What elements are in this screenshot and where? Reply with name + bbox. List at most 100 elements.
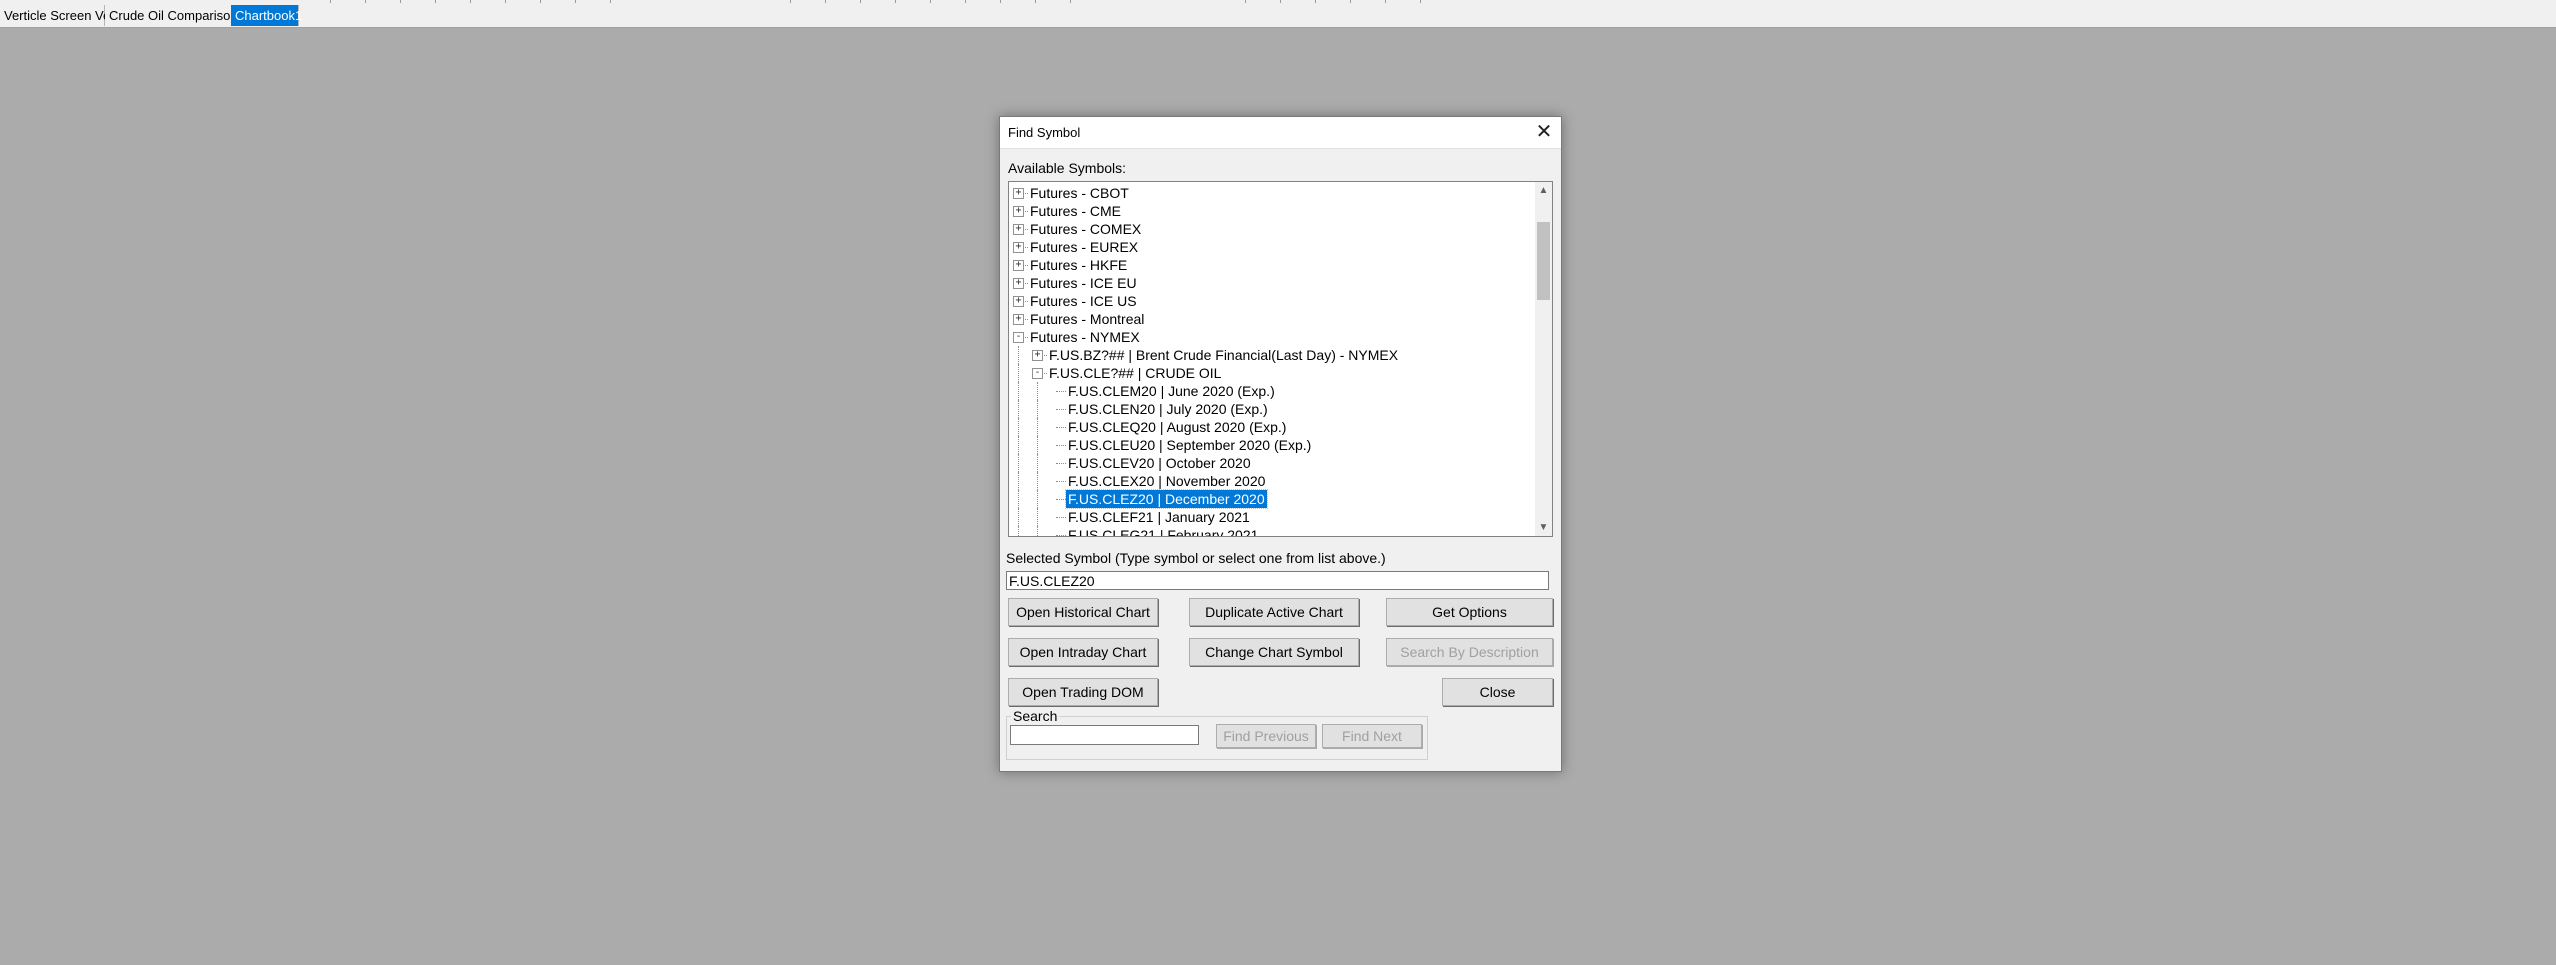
expand-icon[interactable]: + (1013, 260, 1024, 271)
tree-node-item[interactable]: - Futures - NYMEX (1009, 328, 1534, 346)
duplicate-active-chart-button[interactable]: Duplicate Active Chart (1189, 598, 1359, 626)
tree-leaf-item[interactable]: F.US.CLEQ20 | August 2020 (Exp.) (1009, 418, 1534, 436)
expand-icon[interactable]: + (1013, 242, 1024, 253)
close-button[interactable]: Close (1442, 678, 1553, 706)
tree-leaf-item[interactable]: F.US.CLEM20 | June 2020 (Exp.) (1009, 382, 1534, 400)
expand-icon[interactable]: + (1013, 296, 1024, 307)
toolbar-button[interactable] (335, 0, 366, 3)
tree-guide-line (1056, 463, 1066, 464)
tree-node-item[interactable]: + Futures - EUREX (1009, 238, 1534, 256)
toolbar-button[interactable] (1320, 0, 1351, 3)
toolbar-button[interactable] (440, 0, 471, 3)
tree-node-item[interactable]: + Futures - HKFE (1009, 256, 1534, 274)
tree-guide-line (1056, 445, 1066, 446)
tree-leaf-item[interactable]: F.US.CLEF21 | January 2021 (1009, 508, 1534, 526)
toolbar-button[interactable] (865, 0, 896, 3)
tree-leaf-item[interactable]: F.US.CLEG21 | February 2021 (1009, 526, 1534, 536)
toolbar-button[interactable] (580, 0, 611, 3)
close-icon[interactable]: ✕ (1527, 117, 1561, 148)
tree-guide-line (1018, 436, 1019, 454)
open-trading-dom-button[interactable]: Open Trading DOM (1008, 678, 1158, 706)
toolbar-button[interactable] (970, 0, 1001, 3)
toolbar-button[interactable] (370, 0, 401, 3)
symbol-tree[interactable]: + Futures - CBOT + Futures - CME + Futures - … (1008, 181, 1553, 537)
tree-leaf-item[interactable]: F.US.CLEU20 | September 2020 (Exp.) (1009, 436, 1534, 454)
toolbar-button[interactable] (300, 0, 331, 3)
toolbar-button[interactable] (1040, 0, 1071, 3)
available-symbols-label: Available Symbols: (1008, 160, 1127, 176)
expand-icon[interactable]: + (1013, 188, 1024, 199)
expand-icon[interactable]: + (1013, 278, 1024, 289)
tree-leaf-item[interactable]: F.US.CLEV20 | October 2020 (1009, 454, 1534, 472)
tree-guide-line (1037, 382, 1038, 400)
tree-guide-line (1018, 364, 1019, 382)
collapse-icon[interactable]: - (1013, 332, 1024, 343)
tree-node-item[interactable]: + Futures - CME (1009, 202, 1534, 220)
toolbar-button[interactable] (1285, 0, 1316, 3)
tree-node-item[interactable]: - F.US.CLE?## | CRUDE OIL (1009, 364, 1534, 382)
toolbar-button[interactable] (900, 0, 931, 3)
tree-guide-line (1018, 346, 1019, 364)
tree-guide-line (1018, 490, 1019, 508)
toolbar-button[interactable] (760, 0, 791, 3)
tree-node-item[interactable]: + Futures - CBOT (1009, 184, 1534, 202)
tree-scrollbar[interactable]: ▲ ▼ (1535, 182, 1552, 536)
toolbar-button[interactable] (1355, 0, 1386, 3)
find-previous-button[interactable]: Find Previous (1216, 724, 1316, 748)
selected-symbol-input[interactable]: F.US.CLEZ20 (1006, 571, 1549, 590)
search-input[interactable] (1010, 725, 1199, 745)
tree-leaf-item[interactable]: F.US.CLEN20 | July 2020 (Exp.) (1009, 400, 1534, 418)
toolbar-button[interactable] (1390, 0, 1421, 3)
open-intraday-chart-button[interactable]: Open Intraday Chart (1008, 638, 1158, 666)
dialog-title-bar: Find Symbol ✕ (1000, 117, 1561, 149)
scroll-up-icon[interactable]: ▲ (1535, 182, 1552, 199)
toolbar-button[interactable] (935, 0, 966, 3)
tree-node-item[interactable]: + Futures - Montreal (1009, 310, 1534, 328)
expand-icon[interactable]: + (1032, 350, 1043, 361)
tree-node-item[interactable]: + F.US.BZ?## | Brent Crude Financial(Last… (1009, 346, 1534, 364)
expand-icon[interactable]: + (1013, 206, 1024, 217)
tree-guide-line (1018, 418, 1019, 436)
toolbar-button[interactable] (1215, 0, 1246, 3)
tree-item-label: F.US.CLEZ20 | December 2020 (1065, 489, 1268, 509)
tree-item-label: Futures - HKFE (1030, 257, 1128, 273)
tab-crude-oil-comparison[interactable]: Crude Oil Comparison (105, 5, 238, 26)
tree-leaf-item[interactable]: F.US.CLEX20 | November 2020 (1009, 472, 1534, 490)
scrollbar-thumb[interactable] (1537, 222, 1550, 300)
tree-item-label: F.US.CLEM20 | June 2020 (Exp.) (1068, 383, 1275, 399)
tree-guide-line (1018, 526, 1019, 536)
tree-guide-line (1037, 526, 1038, 536)
toolbar-button[interactable] (830, 0, 861, 3)
expand-icon[interactable]: + (1013, 224, 1024, 235)
tree-node-item[interactable]: + Futures - ICE EU (1009, 274, 1534, 292)
scroll-down-icon[interactable]: ▼ (1535, 519, 1552, 536)
tree-item-label: F.US.CLEX20 | November 2020 (1068, 473, 1266, 489)
toolbar-button[interactable] (405, 0, 436, 3)
toolbar-button[interactable] (1005, 0, 1036, 3)
search-by-description-button[interactable]: Search By Description (1386, 638, 1553, 666)
tree-node-item[interactable]: + Futures - ICE US (1009, 292, 1534, 310)
toolbar-button[interactable] (795, 0, 826, 3)
toolbar-button[interactable] (475, 0, 506, 3)
find-next-button[interactable]: Find Next (1322, 724, 1422, 748)
get-options-button[interactable]: Get Options (1386, 598, 1553, 626)
selected-symbol-label: Selected Symbol (Type symbol or select o… (1006, 550, 1386, 566)
toolbar-button[interactable] (510, 0, 541, 3)
tree-item-label: Futures - EUREX (1030, 239, 1139, 255)
tree-node-item[interactable]: + Futures - COMEX (1009, 220, 1534, 238)
tree-item-label: Futures - CME (1030, 203, 1122, 219)
tree-item-label: F.US.CLEN20 | July 2020 (Exp.) (1068, 401, 1268, 417)
tab-verticle-screen-ver[interactable]: Verticle Screen Ver (0, 5, 115, 26)
tree-leaf-item[interactable]: F.US.CLEZ20 | December 2020 (1009, 489, 1534, 509)
tree-item-label: Futures - NYMEX (1030, 329, 1140, 345)
collapse-icon[interactable]: - (1032, 368, 1043, 379)
expand-icon[interactable]: + (1013, 314, 1024, 325)
tree-item-label: Futures - COMEX (1030, 221, 1142, 237)
change-chart-symbol-button[interactable]: Change Chart Symbol (1189, 638, 1359, 666)
toolbar-button[interactable] (545, 0, 576, 3)
toolbar-button[interactable] (1250, 0, 1281, 3)
tree-item-label: F.US.CLEU20 | September 2020 (Exp.) (1068, 437, 1312, 453)
open-historical-chart-button[interactable]: Open Historical Chart (1008, 598, 1158, 626)
tree-item-label: Futures - ICE EU (1030, 275, 1137, 291)
tab-chartbook1[interactable]: Chartbook1 (231, 5, 302, 26)
